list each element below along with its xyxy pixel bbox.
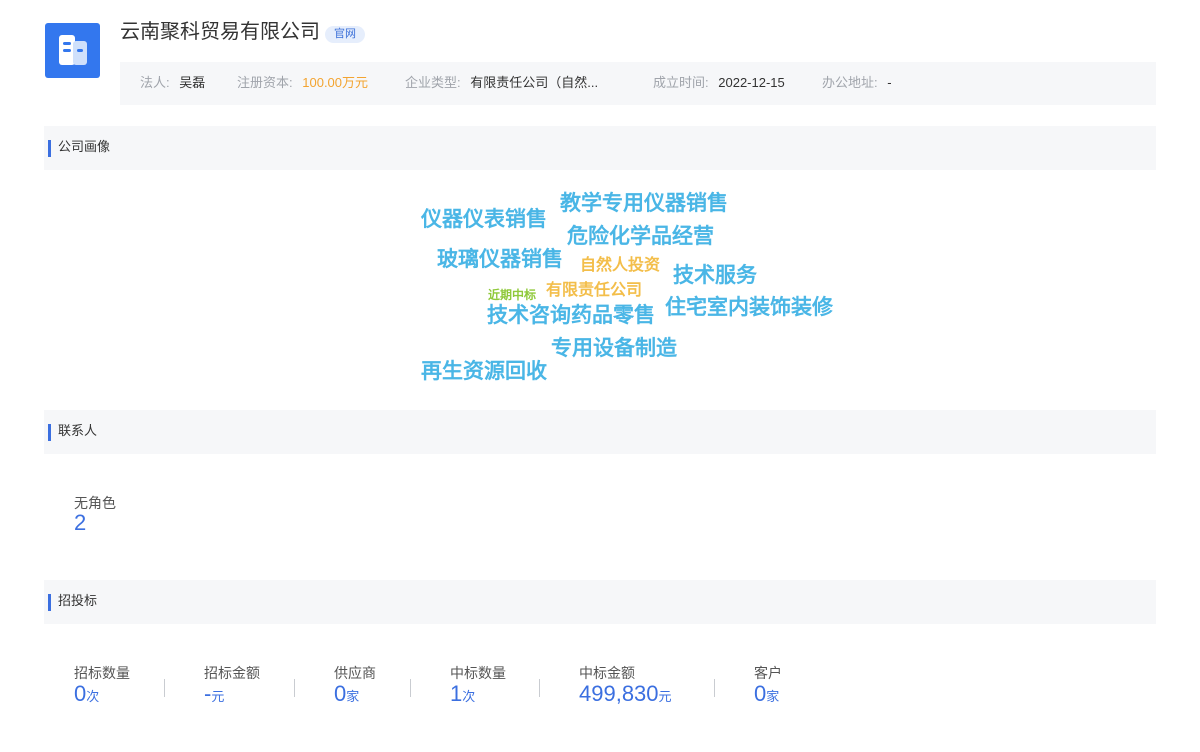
section-accent-bar: [48, 594, 51, 611]
capital-value: 100.00万元: [302, 75, 369, 90]
founded-info: 成立时间: 2022-12-15: [653, 62, 785, 103]
stat-number: 0: [74, 681, 87, 706]
cloud-word[interactable]: 有限责任公司: [546, 283, 642, 299]
stat-unit: 家: [766, 689, 780, 704]
bidding-section-header: 招投标: [44, 580, 1156, 624]
cloud-word[interactable]: 仪器仪表销售: [421, 209, 547, 230]
stat-unit: 元: [211, 689, 225, 704]
address-info: 办公地址: -: [822, 62, 892, 103]
stat-label: 招标金额: [204, 665, 260, 681]
cloud-word[interactable]: 教学专用仪器销售: [560, 193, 728, 214]
stat-value[interactable]: 499,830元: [579, 681, 672, 710]
contacts-section-header: 联系人: [44, 410, 1156, 454]
stat-label: 中标金额: [579, 665, 635, 681]
stat-number: 0: [754, 681, 767, 706]
stat-value[interactable]: -元: [204, 681, 224, 710]
cloud-word[interactable]: 再生资源回收: [421, 361, 547, 382]
stat-divider: [410, 679, 411, 697]
official-site-badge[interactable]: 官网: [325, 26, 365, 43]
stat-label: 供应商: [334, 665, 376, 681]
stat-number: 499,830: [579, 681, 659, 706]
profile-section-header: 公司画像: [44, 126, 1156, 170]
company-type-label: 企业类型:: [405, 75, 461, 90]
address-label: 办公地址:: [822, 75, 878, 90]
company-type-value: 有限责任公司（自然...: [470, 75, 599, 90]
stat-divider: [539, 679, 540, 697]
cloud-word[interactable]: 住宅室内装饰装修: [665, 297, 833, 318]
section-title: 公司画像: [58, 139, 111, 154]
company-name: 云南聚科贸易有限公司: [120, 21, 320, 43]
stat-number: 0: [334, 681, 347, 706]
legal-person-label: 法人:: [140, 75, 170, 90]
company-info-bar: 法人: 吴磊 注册资本: 100.00万元 企业类型: 有限责任公司（自然...…: [120, 62, 1156, 105]
stat-label: 招标数量: [74, 665, 130, 681]
company-type-info: 企业类型: 有限责任公司（自然...: [405, 62, 598, 103]
cloud-word[interactable]: 玻璃仪器销售: [437, 249, 563, 270]
stat-label: 客户: [754, 665, 782, 681]
stat-unit: 元: [658, 689, 672, 704]
stat-unit: 次: [462, 689, 476, 704]
cloud-word[interactable]: 专用设备制造: [551, 338, 677, 359]
section-title: 招投标: [58, 593, 98, 608]
legal-person-info: 法人: 吴磊: [140, 62, 205, 103]
legal-person-value[interactable]: 吴磊: [179, 75, 205, 90]
capital-info: 注册资本: 100.00万元: [237, 62, 368, 103]
company-logo: [45, 23, 100, 78]
stat-value[interactable]: 0次: [74, 681, 99, 710]
cloud-word[interactable]: 危险化学品经营: [567, 226, 714, 247]
cloud-word[interactable]: 自然人投资: [580, 258, 660, 274]
stat-divider: [164, 679, 165, 697]
stat-divider: [714, 679, 715, 697]
cloud-word[interactable]: 技术服务: [673, 265, 757, 286]
section-accent-bar: [48, 424, 51, 441]
stat-value[interactable]: 0家: [334, 681, 359, 710]
stat-value[interactable]: 1次: [450, 681, 475, 710]
stat-unit: 家: [346, 689, 360, 704]
section-title: 联系人: [58, 423, 98, 438]
role-count[interactable]: 2: [74, 510, 86, 536]
cloud-word[interactable]: 近期中标: [488, 289, 536, 301]
stat-number: 1: [450, 681, 463, 706]
founded-label: 成立时间:: [653, 75, 709, 90]
stat-value[interactable]: 0家: [754, 681, 779, 710]
stat-unit: 次: [86, 689, 100, 704]
stat-label: 中标数量: [450, 665, 506, 681]
capital-label: 注册资本:: [237, 75, 293, 90]
address-value: -: [887, 75, 892, 90]
section-accent-bar: [48, 140, 51, 157]
building-icon: [59, 35, 87, 65]
cloud-word[interactable]: 技术咨询药品零售: [487, 305, 655, 326]
founded-value: 2022-12-15: [718, 75, 785, 90]
stat-divider: [294, 679, 295, 697]
